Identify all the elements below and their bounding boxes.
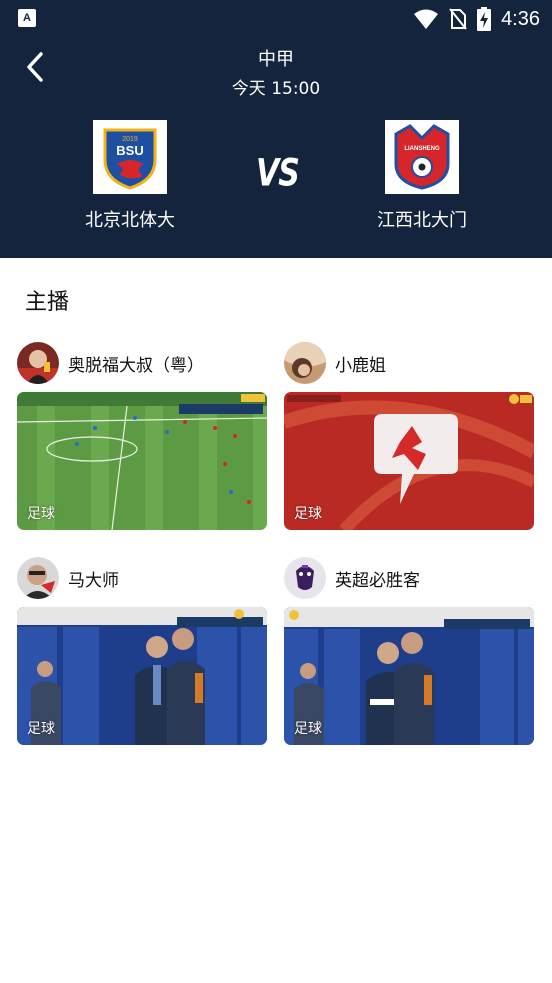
- stream-thumbnail[interactable]: 足球: [284, 392, 534, 530]
- battery-charging-icon: [477, 7, 492, 31]
- avatar: [17, 342, 59, 384]
- anchor-card[interactable]: 奥脱福大叔（粤） 足球: [17, 342, 267, 530]
- anchor-card[interactable]: 小鹿姐 足球: [284, 342, 534, 530]
- home-team[interactable]: 2019 BSU 北京北体大: [60, 120, 200, 232]
- home-team-name: 北京北体大: [85, 210, 175, 231]
- match-header: A 4:36 中甲 今天 15:00 2019 BSU 北京北体大 VS LIA…: [0, 0, 552, 258]
- category-tag: 足球: [27, 506, 55, 522]
- league-name: 中甲: [258, 49, 294, 70]
- anchors-section-title: 主播: [25, 290, 70, 315]
- anchor-name: 小鹿姐: [335, 355, 386, 376]
- anchor-card[interactable]: 英超必胜客 足球: [284, 557, 534, 745]
- anchor-name: 英超必胜客: [335, 570, 420, 591]
- home-logo-year: 2019: [122, 136, 138, 143]
- home-team-logo: 2019 BSU: [93, 120, 167, 194]
- home-logo-text: BSU: [116, 143, 143, 158]
- clock: 4:36: [501, 7, 540, 30]
- avatar: [17, 557, 59, 599]
- stream-thumbnail[interactable]: 足球: [284, 607, 534, 745]
- wifi-icon: [414, 9, 439, 29]
- away-team-logo: LIANSHENG: [385, 120, 459, 194]
- avatar: [284, 342, 326, 384]
- avatar: [284, 557, 326, 599]
- away-team-name: 江西北大门: [377, 210, 467, 231]
- away-team[interactable]: LIANSHENG 江西北大门: [352, 120, 492, 232]
- status-bar: A 4:36: [0, 0, 552, 38]
- anchor-card[interactable]: 马大师 足球: [17, 557, 267, 745]
- vs-label: VS: [256, 151, 300, 196]
- anchor-name: 奥脱福大叔（粤）: [68, 355, 204, 376]
- stream-thumbnail[interactable]: 足球: [17, 392, 267, 530]
- stream-thumbnail[interactable]: 足球: [17, 607, 267, 745]
- category-tag: 足球: [27, 721, 55, 737]
- away-logo-text: LIANSHENG: [404, 146, 440, 152]
- category-tag: 足球: [294, 506, 322, 522]
- app-notification-icon: A: [18, 9, 36, 27]
- anchor-name: 马大师: [68, 570, 119, 591]
- category-tag: 足球: [294, 721, 322, 737]
- kickoff-time: 今天 15:00: [231, 79, 321, 99]
- no-sim-icon: [449, 8, 467, 30]
